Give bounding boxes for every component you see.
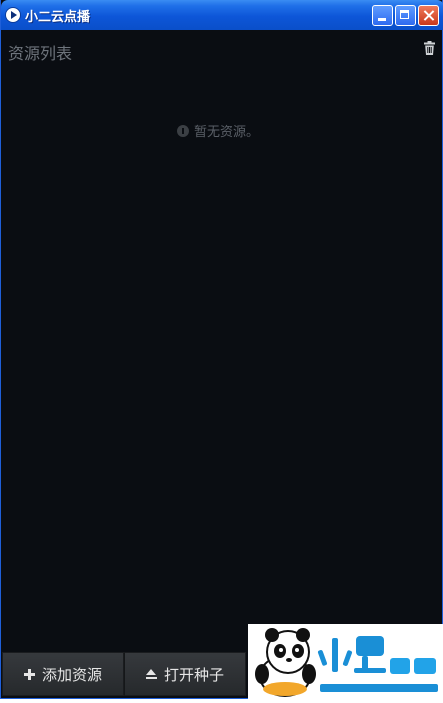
empty-state: 暂无资源。	[177, 121, 259, 140]
window-title: 小二云点播	[25, 10, 91, 25]
title-bar[interactable]: 小二云点播	[1, 0, 443, 30]
close-button[interactable]	[418, 5, 439, 26]
app-window: 小二云点播 资源列表 暂无资源。 添加资源 打开种子	[0, 0, 443, 699]
trash-icon[interactable]	[424, 41, 435, 55]
add-resource-label: 添加资源	[41, 665, 102, 684]
open-torrent-label: 打开种子	[163, 665, 224, 684]
empty-message: 暂无资源。	[194, 125, 260, 140]
watermark-logo	[248, 624, 443, 699]
panel-title: 资源列表	[8, 44, 73, 63]
bottom-toolbar: 添加资源 打开种子	[2, 652, 246, 696]
info-icon	[177, 124, 189, 137]
add-resource-button[interactable]: 添加资源	[2, 652, 124, 696]
maximize-button[interactable]	[395, 5, 416, 26]
plus-icon	[23, 668, 35, 680]
minimize-button[interactable]	[372, 5, 393, 26]
panda-mascot-icon	[255, 628, 438, 697]
play-icon[interactable]	[5, 7, 21, 23]
eject-icon	[145, 668, 157, 680]
open-torrent-button[interactable]: 打开种子	[124, 652, 246, 696]
